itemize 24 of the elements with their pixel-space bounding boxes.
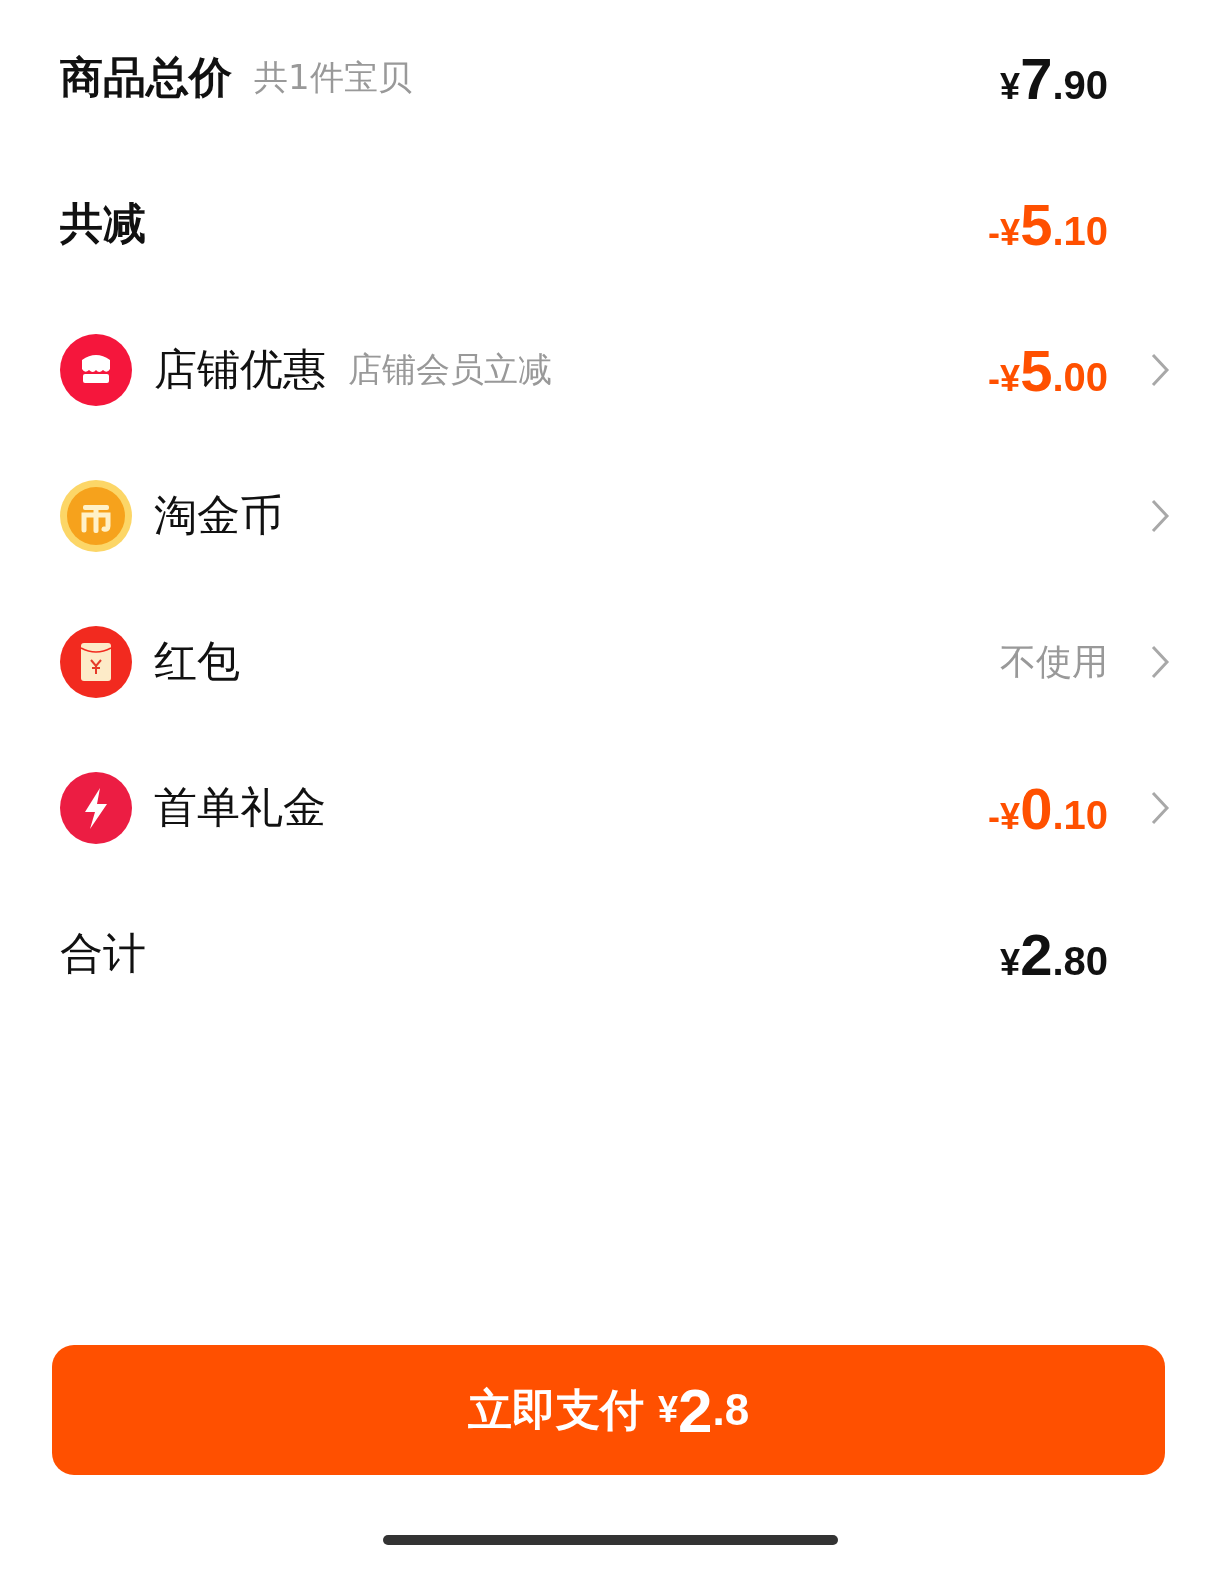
row-label: 红包	[154, 635, 240, 688]
row-note: 共1件宝贝	[254, 56, 412, 99]
pay-button[interactable]: 立即支付 ¥2.8	[52, 1345, 1165, 1475]
chevron-icon[interactable]	[1150, 498, 1170, 534]
coin-icon	[60, 480, 132, 552]
price-text: ¥2.80	[1000, 920, 1108, 988]
row-label: 共减	[60, 197, 146, 250]
envelope-icon	[60, 626, 132, 698]
row-label: 淘金币	[154, 489, 283, 542]
price-text: -¥0.10	[988, 774, 1108, 842]
row-label: 商品总价	[60, 51, 232, 104]
row-note: 店铺会员立减	[348, 348, 552, 391]
chevron-icon[interactable]	[1150, 790, 1170, 826]
lightning-icon	[60, 772, 132, 844]
price-text: -¥5.10	[988, 190, 1108, 258]
row-label: 店铺优惠	[154, 343, 326, 396]
price-text: ¥7.90	[1000, 44, 1108, 112]
row-value: 不使用	[1000, 639, 1108, 684]
chevron-icon[interactable]	[1150, 644, 1170, 680]
row-label: 首单礼金	[154, 781, 326, 834]
price-text: -¥5.00	[988, 336, 1108, 404]
row-label: 合计	[60, 927, 146, 980]
chevron-icon[interactable]	[1150, 352, 1170, 388]
store-icon	[60, 334, 132, 406]
